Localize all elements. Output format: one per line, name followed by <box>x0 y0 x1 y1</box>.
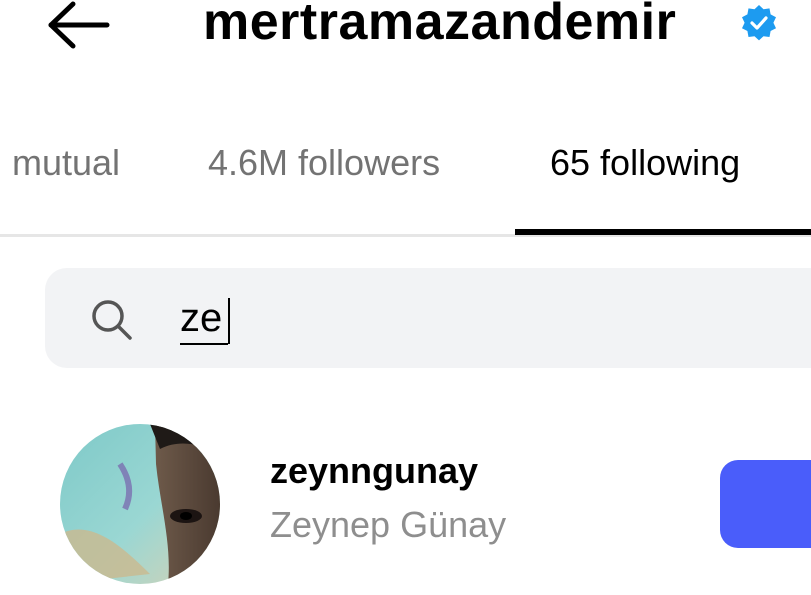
tab-bar: mutual 4.6M followers 65 following <box>0 130 811 238</box>
avatar-photo <box>60 424 220 584</box>
search-icon <box>92 300 132 340</box>
search-input[interactable] <box>180 288 740 348</box>
tab-following[interactable]: 65 following <box>550 142 740 184</box>
search-bar[interactable] <box>45 268 811 368</box>
header: mertramazandemir <box>0 0 811 80</box>
avatar[interactable] <box>60 424 220 584</box>
active-tab-indicator <box>515 229 811 235</box>
back-button[interactable] <box>40 0 116 50</box>
follow-button[interactable] <box>720 460 811 548</box>
verified-badge-icon <box>742 5 776 41</box>
list-item-username: zeynngunay <box>270 450 479 491</box>
list-item-full-name: Zeynep Günay <box>270 504 507 545</box>
arrow-left-icon <box>48 1 110 49</box>
tab-followers[interactable]: 4.6M followers <box>208 142 440 184</box>
autocorrect-underline <box>180 343 228 345</box>
following-list-screen: mertramazandemir mutual 4.6M followers 6… <box>0 0 811 595</box>
profile-username: mertramazandemir <box>203 0 677 51</box>
list-item[interactable]: zeynngunay Zeynep Günay <box>0 420 811 590</box>
tab-mutual[interactable]: mutual <box>12 142 120 184</box>
text-caret <box>228 298 230 344</box>
